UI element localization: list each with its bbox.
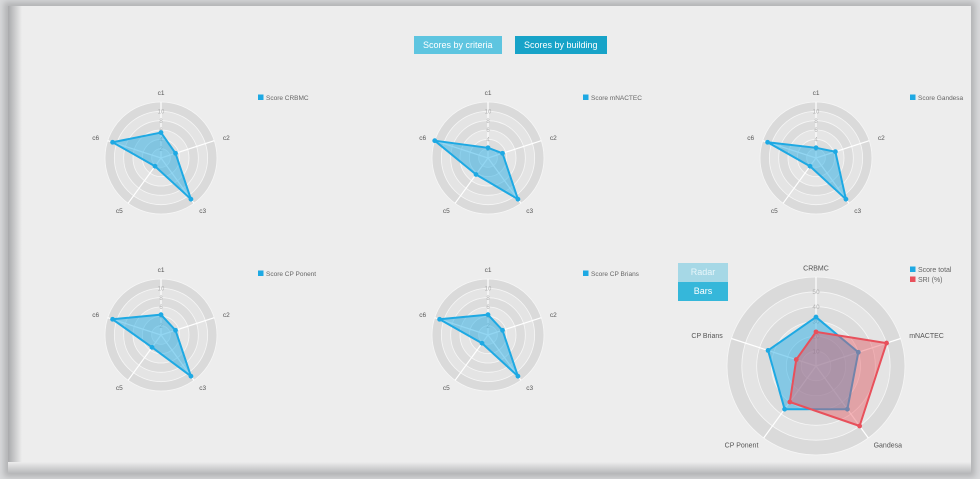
category-label: c1: [158, 90, 165, 97]
data-point: [515, 373, 521, 379]
category-label: c1: [485, 267, 492, 274]
legend-swatch: [258, 270, 264, 276]
data-point: [500, 327, 505, 333]
category-label: c2: [223, 135, 230, 142]
data-point: [158, 312, 164, 318]
category-label: c3: [199, 385, 206, 392]
category-label: Gandesa: [874, 443, 903, 450]
category-label: c6: [419, 312, 426, 319]
category-label: c1: [485, 90, 492, 97]
data-point: [813, 314, 819, 320]
category-label: c6: [419, 135, 426, 142]
data-point: [765, 348, 771, 353]
legend-swatch: [910, 94, 916, 100]
category-label: mNACTEC: [909, 333, 944, 340]
legend-swatch: [583, 94, 589, 100]
data-point: [437, 316, 442, 322]
tick-label: 10: [813, 110, 820, 116]
data-point: [515, 196, 521, 202]
data-point: [110, 316, 115, 322]
data-point: [857, 423, 862, 429]
category-label: c1: [158, 267, 165, 274]
data-point: [787, 399, 793, 405]
category-label: c3: [199, 208, 206, 215]
legend-label: Score mNACTEC: [591, 95, 642, 102]
radar-chart-3: 246810c1c2c3c5c6Score Gandesa: [747, 90, 963, 215]
legend-label: SRI (%): [918, 277, 943, 284]
category-label: c5: [771, 208, 778, 215]
legend-label: Score CP Brians: [591, 271, 640, 278]
data-point: [807, 163, 813, 169]
radar-chart-4: 246810c1c2c3c5c6Score CP Ponent: [92, 267, 316, 392]
legend-swatch: [583, 270, 589, 276]
data-point: [813, 329, 819, 335]
category-label: c5: [443, 208, 450, 215]
data-point: [473, 172, 479, 177]
data-point: [843, 196, 849, 202]
category-label: c3: [854, 208, 861, 215]
category-label: c2: [550, 135, 557, 142]
data-point: [110, 139, 115, 145]
data-point: [485, 312, 491, 318]
data-point: [432, 138, 438, 144]
data-point: [485, 145, 491, 151]
legend-swatch: [910, 266, 916, 272]
radar-chart-2: 246810c1c2c3c5c6Score mNACTEC: [419, 90, 642, 215]
category-label: c5: [116, 208, 123, 215]
category-label: c6: [747, 135, 754, 142]
legend-swatch: [258, 94, 264, 100]
category-label: CP Ponent: [725, 443, 759, 450]
tick-label: 10: [485, 287, 492, 293]
category-label: c5: [116, 385, 123, 392]
category-label: CRBMC: [803, 265, 829, 272]
data-point: [782, 406, 788, 412]
category-label: c6: [92, 312, 99, 319]
category-label: c6: [92, 135, 99, 142]
tick-label: 40: [812, 304, 820, 311]
category-label: c1: [813, 90, 820, 97]
data-point: [832, 149, 838, 155]
category-label: c3: [526, 208, 533, 215]
legend-label: Score CRBMC: [266, 95, 309, 102]
data-point: [158, 130, 164, 135]
legend-swatch: [910, 276, 916, 282]
data-point: [173, 327, 178, 333]
data-point: [479, 340, 485, 346]
radar-chart-1: 246810c1c2c3c5c6Score CRBMC: [92, 90, 309, 215]
data-point: [188, 196, 194, 202]
data-point: [884, 340, 889, 346]
tick-label: 50: [812, 289, 820, 296]
legend-label: Score CP Ponent: [266, 271, 316, 278]
category-label: CP Brians: [691, 333, 723, 340]
data-point: [149, 344, 155, 350]
category-label: c3: [526, 385, 533, 392]
data-point: [813, 145, 819, 151]
legend-label: Score total: [918, 267, 952, 274]
radar-charts: 246810c1c2c3c5c6Score CRBMC246810c1c2c3c…: [92, 90, 964, 456]
tick-label: 10: [158, 110, 165, 116]
data-point: [500, 150, 505, 156]
legend-label: Score Gandesa: [918, 95, 964, 102]
data-point: [173, 150, 178, 156]
radar-chart-5: 246810c1c2c3c5c6Score CP Brians: [419, 267, 639, 392]
category-label: c2: [223, 312, 230, 319]
data-point: [188, 373, 194, 379]
tick-label: 10: [158, 287, 165, 293]
category-label: c2: [550, 312, 557, 319]
radar-chart-6: 1020304050CRBMCmNACTECGandesaCP PonentCP…: [691, 265, 952, 456]
category-label: c5: [443, 385, 450, 392]
data-point: [765, 139, 770, 145]
data-point: [152, 163, 158, 169]
tick-label: 10: [485, 110, 492, 116]
category-label: c2: [878, 135, 885, 142]
data-point: [793, 357, 799, 362]
